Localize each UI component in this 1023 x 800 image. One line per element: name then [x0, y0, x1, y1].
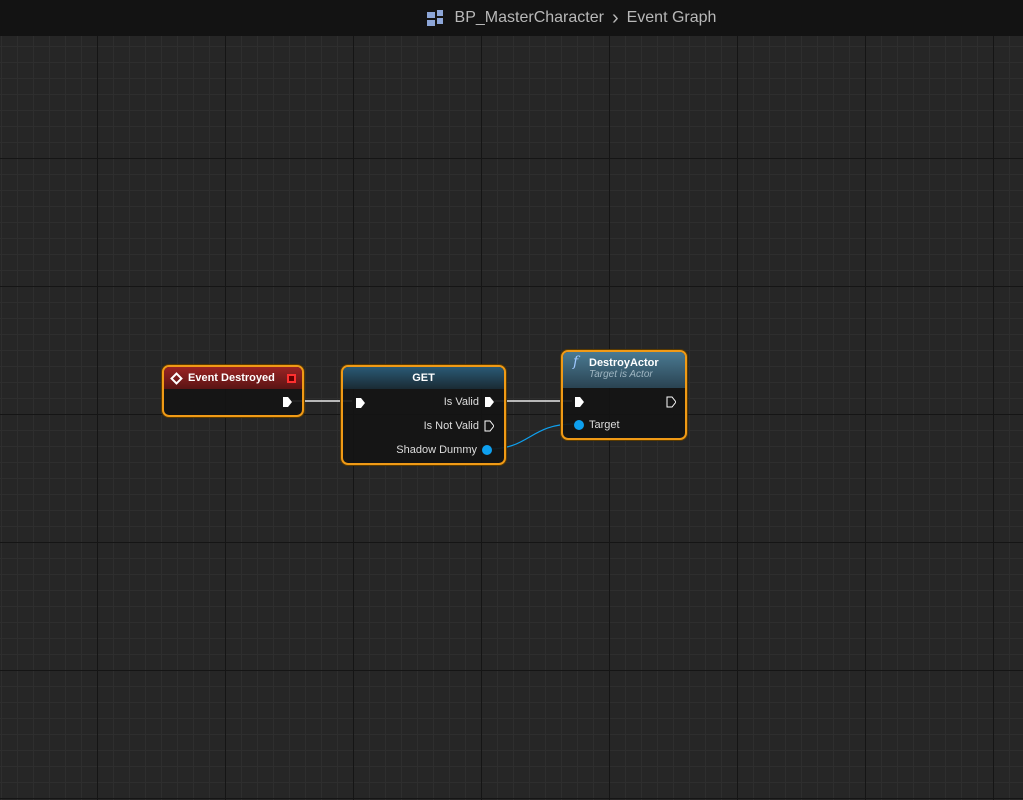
target-label: Target: [589, 419, 620, 431]
exec-in-pin[interactable]: [574, 396, 584, 408]
exec-out-pin[interactable]: [666, 396, 676, 408]
event-destroyed-node[interactable]: Event Destroyed: [162, 365, 304, 417]
node-title: Event Destroyed: [188, 372, 275, 384]
exec-out-pin[interactable]: [282, 396, 292, 408]
event-diamond-icon: [170, 371, 183, 385]
node-subtitle: Target is Actor: [589, 369, 653, 380]
is-valid-label: Is Valid: [443, 396, 479, 408]
is-not-valid-label: Is Not Valid: [423, 420, 479, 432]
is-not-valid-pin[interactable]: [484, 420, 494, 432]
target-pin[interactable]: [574, 420, 584, 430]
shadow-dummy-label: Shadow Dummy: [396, 444, 477, 456]
is-valid-pin[interactable]: [484, 396, 494, 408]
destroy-actor-node[interactable]: f DestroyActor Target is Actor Target: [561, 350, 687, 440]
shadow-dummy-pin[interactable]: [482, 445, 492, 455]
node-title: DestroyActor: [589, 357, 659, 369]
node-title: GET: [412, 372, 435, 384]
wires: [292, 400, 575, 450]
exec-in-pin[interactable]: [355, 397, 365, 409]
get-validated-node[interactable]: GET Is Valid Is Not Valid Shadow Dummy: [341, 365, 506, 465]
delegate-pin-icon[interactable]: [287, 373, 296, 383]
function-icon: f: [573, 354, 579, 370]
